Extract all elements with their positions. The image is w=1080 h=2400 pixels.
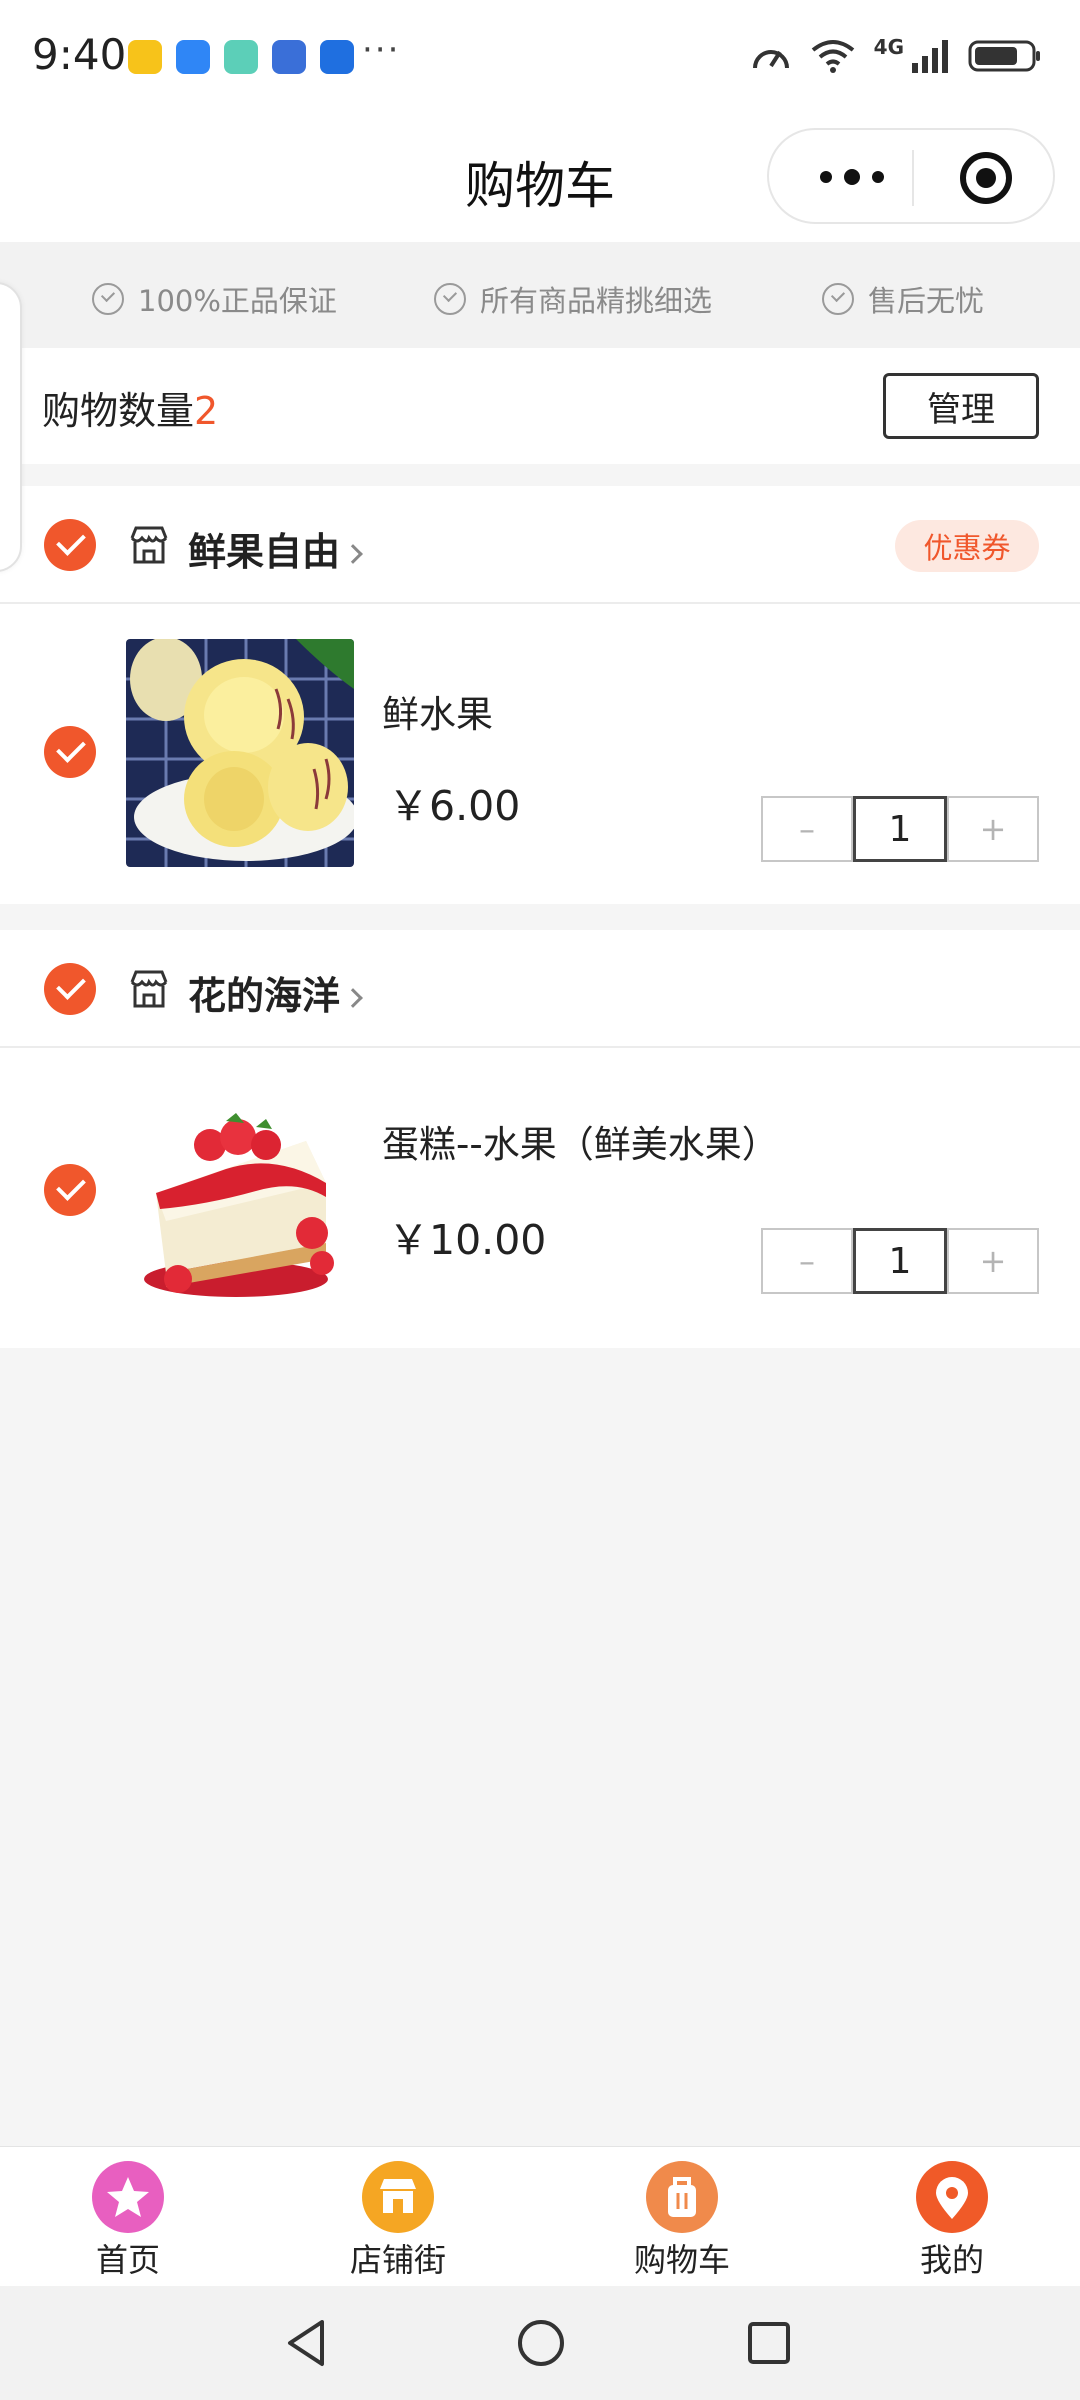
notification-icons xyxy=(128,40,354,74)
quantity-input[interactable]: 1 xyxy=(853,796,947,862)
decrease-quantity-button[interactable]: – xyxy=(761,796,853,862)
navbar: 购物车 xyxy=(0,116,1080,242)
product-image[interactable] xyxy=(126,639,354,867)
guarantee-item: 售后无忧 xyxy=(822,278,984,320)
tab-cart[interactable]: 购物车 xyxy=(607,2161,757,2281)
product-name[interactable]: 蛋糕--水果（鲜美水果） xyxy=(382,1114,779,1168)
bag-icon xyxy=(646,2161,718,2233)
system-navigation-bar xyxy=(0,2286,1080,2400)
guarantee-item: 所有商品精挑细选 xyxy=(434,278,712,320)
storefront-icon xyxy=(362,2161,434,2233)
shop-icon xyxy=(130,970,168,1008)
check-circle-icon xyxy=(92,283,124,315)
message-app-icon xyxy=(176,40,210,74)
store-name-link[interactable]: 花的海洋 xyxy=(188,965,363,1020)
cart-count: 购物数量2 xyxy=(42,380,218,435)
more-menu-button[interactable] xyxy=(807,157,897,197)
guarantee-label: 所有商品精挑细选 xyxy=(480,284,713,318)
status-time: 9:40 xyxy=(32,30,127,79)
guarantee-bar: 100%正品保证 所有商品精挑细选 售后无忧 xyxy=(0,242,1080,348)
tab-label: 店铺街 xyxy=(349,2241,446,2279)
more-dot-icon xyxy=(872,171,884,183)
location-pin-icon xyxy=(916,2161,988,2233)
product-name[interactable]: 鲜水果 xyxy=(382,684,493,738)
manage-button[interactable]: 管理 xyxy=(883,373,1039,439)
guarantee-label: 100%正品保证 xyxy=(138,284,337,318)
item-select-checkbox[interactable] xyxy=(44,726,96,778)
store-name: 花的海洋 xyxy=(188,974,341,1018)
store-header: 花的海洋 xyxy=(0,930,1080,1048)
status-bar: 9:40 ··· 4G xyxy=(0,0,1080,116)
cart-item: 蛋糕--水果（鲜美水果） ￥10.00 – 1 + xyxy=(0,1048,1080,1348)
more-dot-icon xyxy=(820,171,832,183)
status-right: 4G xyxy=(750,35,1042,74)
app-notification-icon xyxy=(128,40,162,74)
signal-icon xyxy=(912,40,948,73)
tab-label: 我的 xyxy=(919,2241,984,2279)
more-notifications-indicator: ··· xyxy=(362,30,401,70)
product-price: ￥10.00 xyxy=(388,1216,547,1264)
store-name: 鲜果自由 xyxy=(188,530,341,574)
decrease-quantity-button[interactable]: – xyxy=(761,1228,853,1294)
store-select-checkbox[interactable] xyxy=(44,963,96,1015)
miniprogram-capsule xyxy=(767,128,1055,224)
app-notification-icon xyxy=(272,40,306,74)
guarantee-item: 100%正品保证 xyxy=(92,278,337,320)
item-select-checkbox[interactable] xyxy=(44,1164,96,1216)
increase-quantity-button[interactable]: + xyxy=(947,1228,1039,1294)
recents-icon[interactable] xyxy=(746,2320,792,2366)
quantity-stepper: – 1 + xyxy=(761,1228,1039,1294)
product-image[interactable] xyxy=(126,1083,354,1311)
cart-count-label: 购物数量 xyxy=(42,389,195,433)
quantity-stepper: – 1 + xyxy=(761,796,1039,862)
speed-icon xyxy=(752,50,789,69)
capsule-divider xyxy=(912,150,914,206)
store-header: 鲜果自由 优惠券 xyxy=(0,486,1080,604)
star-icon xyxy=(92,2161,164,2233)
chevron-right-icon xyxy=(343,544,363,564)
check-circle-icon xyxy=(434,283,466,315)
tab-home[interactable]: 首页 xyxy=(53,2161,203,2281)
floating-side-tab[interactable] xyxy=(0,282,22,572)
battery-icon xyxy=(968,40,1040,72)
store-card: 鲜果自由 优惠券 鲜水果 ￥6.00 – 1 + xyxy=(0,486,1080,904)
cart-count-value: 2 xyxy=(194,389,219,433)
app-notification-icon xyxy=(224,40,258,74)
bottom-tab-bar: 首页 店铺街 购物车 我的 xyxy=(0,2146,1080,2286)
back-icon[interactable] xyxy=(284,2318,328,2368)
wifi-icon xyxy=(811,40,854,73)
chevron-right-icon xyxy=(343,988,363,1008)
cart-count-bar: 购物数量2 管理 xyxy=(0,348,1080,464)
increase-quantity-button[interactable]: + xyxy=(947,796,1039,862)
guarantee-label: 售后无忧 xyxy=(868,284,985,318)
app-notification-icon xyxy=(320,40,354,74)
tab-stores[interactable]: 店铺街 xyxy=(323,2161,473,2281)
tab-profile[interactable]: 我的 xyxy=(877,2161,1027,2281)
home-icon[interactable] xyxy=(516,2318,566,2368)
product-price: ￥6.00 xyxy=(388,782,521,830)
network-type-label: 4G xyxy=(873,35,904,59)
check-circle-icon xyxy=(822,283,854,315)
tab-label: 购物车 xyxy=(633,2241,730,2279)
quantity-input[interactable]: 1 xyxy=(853,1228,947,1294)
coupon-button[interactable]: 优惠券 xyxy=(895,520,1039,572)
store-name-link[interactable]: 鲜果自由 xyxy=(188,521,363,576)
store-select-checkbox[interactable] xyxy=(44,519,96,571)
cart-item: 鲜水果 ￥6.00 – 1 + xyxy=(0,604,1080,904)
tab-label: 首页 xyxy=(95,2241,160,2279)
close-miniprogram-button[interactable] xyxy=(960,152,1012,204)
store-card: 花的海洋 蛋糕--水果（鲜美水果） ￥10.00 – 1 + xyxy=(0,930,1080,1348)
more-dot-icon xyxy=(844,169,860,185)
shop-icon xyxy=(130,526,168,564)
